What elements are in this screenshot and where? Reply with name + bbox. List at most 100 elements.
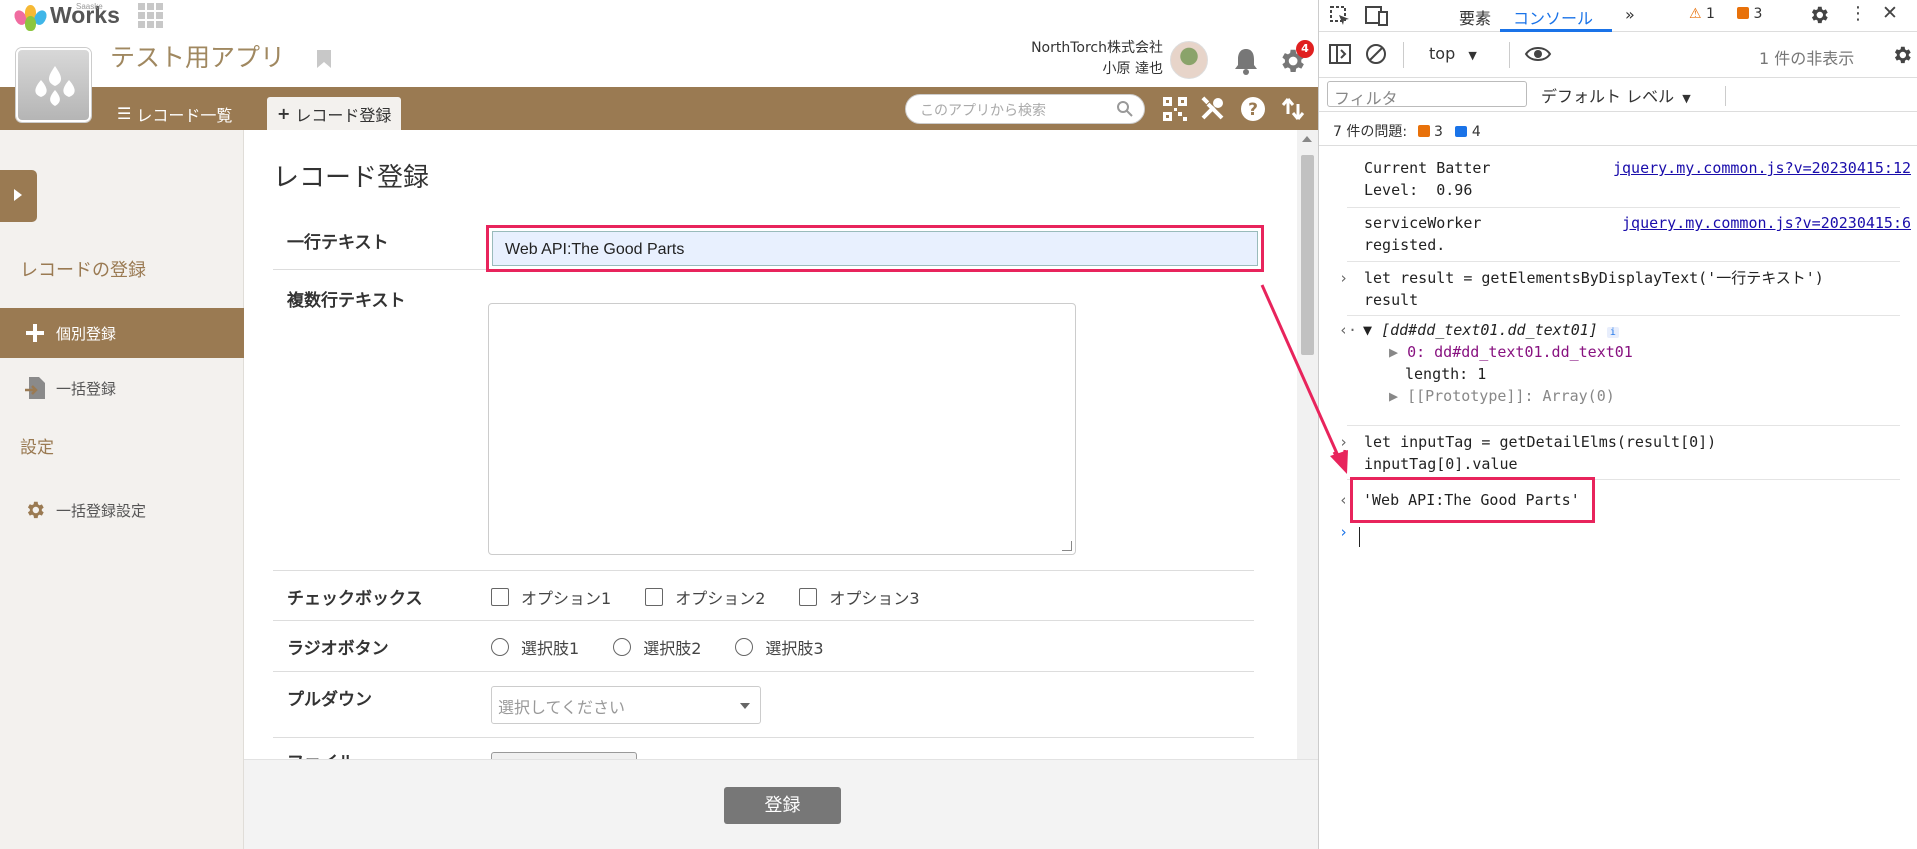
user-info[interactable]: NorthTorch株式会社 小原 達也	[1031, 38, 1163, 80]
radio[interactable]	[735, 638, 754, 656]
console-separator	[1347, 207, 1900, 208]
console-result: ‹ 'Web API:The Good Parts'	[1319, 489, 1879, 511]
clear-console-icon[interactable]	[1365, 43, 1387, 69]
result-return-icon: ‹·	[1339, 321, 1358, 339]
tools-icon[interactable]	[1200, 96, 1226, 122]
tab-record-register[interactable]: + レコード登録	[267, 97, 402, 130]
single-text-input[interactable]: Web API:The Good Parts	[492, 231, 1258, 266]
works-logo[interactable]: Saaske Works	[11, 1, 120, 31]
field-label: プルダウン	[287, 690, 372, 710]
brand-name: Saaske Works	[50, 2, 120, 29]
log-level-select[interactable]: デフォルト レベル ▼	[1541, 83, 1691, 107]
device-toolbar-icon[interactable]	[1365, 5, 1389, 31]
radio-option[interactable]: 選択肢3	[735, 635, 824, 659]
avatar[interactable]	[1170, 41, 1208, 79]
live-expression-eye-icon[interactable]	[1524, 44, 1552, 68]
log-message: Current Batter Level: 0.96	[1364, 159, 1491, 199]
array-prototype[interactable]: ▶ [[Prototype]]: Array(0)	[1389, 385, 1615, 407]
scrollbar-thumb[interactable]	[1301, 155, 1314, 355]
sidebar-item-bulk-settings[interactable]: 一括登録設定	[0, 485, 244, 535]
more-options-icon[interactable]: ⋮	[1849, 3, 1867, 24]
filter-divider	[1725, 86, 1726, 106]
logo-mark-icon	[11, 3, 50, 31]
option-label: 選択肢1	[521, 639, 580, 658]
checkbox-group: オプション1 オプション2 オプション3	[491, 585, 954, 609]
sync-icon[interactable]	[1280, 96, 1306, 122]
close-icon[interactable]: ✕	[1882, 2, 1898, 24]
tab-record-list[interactable]: ☰ レコード一覧	[107, 97, 242, 130]
tab-console[interactable]: コンソール	[1513, 5, 1593, 29]
sidebar-item-bulk-register[interactable]: 一括登録	[0, 363, 244, 413]
option-label: 選択肢3	[765, 639, 824, 658]
checkbox-option[interactable]: オプション2	[645, 585, 765, 609]
tab-elements[interactable]: 要素	[1459, 5, 1491, 29]
qr-code-icon[interactable]	[1162, 96, 1188, 122]
array-prototype-text: [[Prototype]]: Array(0)	[1407, 387, 1615, 405]
radio-option[interactable]: 選択肢2	[613, 635, 701, 659]
checkbox[interactable]	[645, 588, 664, 606]
console-filter-input[interactable]: フィルタ	[1327, 81, 1527, 108]
app-icon	[16, 48, 91, 122]
issues-label: 7 件の問題:	[1333, 124, 1408, 140]
register-button[interactable]: 登録	[724, 787, 841, 824]
resize-handle-icon[interactable]	[1062, 541, 1072, 551]
sidebar-toggle-button[interactable]	[0, 170, 37, 222]
caret-down-icon: ▼	[1682, 92, 1691, 105]
result-return-icon: ‹	[1339, 491, 1349, 509]
field-label: 複数行テキスト	[287, 291, 406, 311]
result-value[interactable]: 'Web API:The Good Parts'	[1363, 489, 1580, 511]
field-label: チェックボックス	[287, 589, 423, 609]
search-icon[interactable]	[1116, 100, 1134, 122]
warning-counter[interactable]: ⚠ 1	[1689, 6, 1715, 22]
warning-icon: ⚠	[1689, 6, 1702, 22]
more-tabs-icon[interactable]: »	[1625, 5, 1635, 24]
form-row-pulldown: プルダウン 選択してください	[273, 672, 1254, 738]
log-source-link[interactable]: jquery.my.common.js?v=20230415:6	[1622, 212, 1911, 234]
bookmark-icon[interactable]	[316, 49, 332, 73]
sidebar-toggle-icon[interactable]	[1329, 44, 1351, 68]
array-item[interactable]: ▶ 0: dd#dd_text01.dd_text01	[1389, 341, 1633, 363]
checkbox[interactable]	[491, 588, 509, 606]
checkbox[interactable]	[799, 588, 818, 606]
console-settings-gear-icon[interactable]	[1891, 44, 1913, 70]
checkbox-option[interactable]: オプション1	[491, 585, 611, 609]
console-filter-bar: フィルタ デフォルト レベル ▼	[1319, 78, 1917, 112]
issue-info-count: 4	[1471, 124, 1481, 140]
radio-option[interactable]: 選択肢1	[491, 635, 579, 659]
radio[interactable]	[613, 638, 632, 656]
field-label: 一行テキスト	[287, 233, 389, 253]
pulldown-select[interactable]: 選択してください	[491, 686, 761, 724]
multi-text-textarea[interactable]	[488, 303, 1076, 555]
radio[interactable]	[491, 638, 509, 656]
settings-gear-icon[interactable]	[1808, 4, 1830, 30]
devtools-panel: 要素 コンソール » ⚠ 1 3 ⋮ ✕ top ▼ 1 件の非表示 フィルタ …	[1318, 0, 1917, 849]
log-source-link[interactable]: jquery.my.common.js?v=20230415:12	[1613, 157, 1911, 179]
sidebar: レコードの登録 個別登録 一括登録 設定 一括登録設定	[0, 130, 244, 849]
file-choose-button[interactable]	[491, 752, 637, 759]
main-scrollbar[interactable]	[1297, 130, 1318, 759]
context-selector[interactable]: top ▼	[1429, 44, 1477, 63]
command-prompt-icon: ›	[1339, 269, 1349, 287]
issues-bar[interactable]: 7 件の問題: 3 4	[1319, 112, 1917, 146]
console-result-array[interactable]: ‹· ▼ [dd#dd_text01.dd_text01] i ▶ 0: dd#…	[1319, 319, 1879, 411]
checkbox-option[interactable]: オプション3	[799, 585, 920, 609]
error-counter[interactable]: 3	[1737, 6, 1762, 22]
svg-text:?: ?	[1248, 100, 1258, 120]
app-grid-icon[interactable]	[138, 3, 164, 28]
radio-group: 選択肢1 選択肢2 選択肢3	[491, 635, 858, 659]
form-row-file: ファイル	[273, 738, 1254, 759]
log-message: serviceWorker registed.	[1364, 214, 1482, 254]
bell-icon[interactable]	[1232, 46, 1260, 80]
console-input-line[interactable]: ›	[1319, 521, 1879, 543]
sidebar-item-label: 個別登録	[56, 324, 117, 343]
page-title: レコード登録	[273, 163, 430, 193]
tab-record-register-label: レコード登録	[295, 105, 392, 125]
plus-icon: +	[277, 104, 291, 123]
app-navbar: ☰ レコード一覧 + レコード登録 このアプリから検索 ?	[0, 87, 1318, 130]
issue-info-icon	[1455, 126, 1468, 137]
scroll-up-icon[interactable]	[1302, 136, 1312, 142]
app-search-input[interactable]: このアプリから検索	[905, 94, 1145, 124]
help-icon[interactable]: ?	[1240, 96, 1266, 122]
inspect-element-icon[interactable]	[1329, 5, 1351, 31]
sidebar-item-single-register[interactable]: 個別登録	[0, 308, 244, 358]
